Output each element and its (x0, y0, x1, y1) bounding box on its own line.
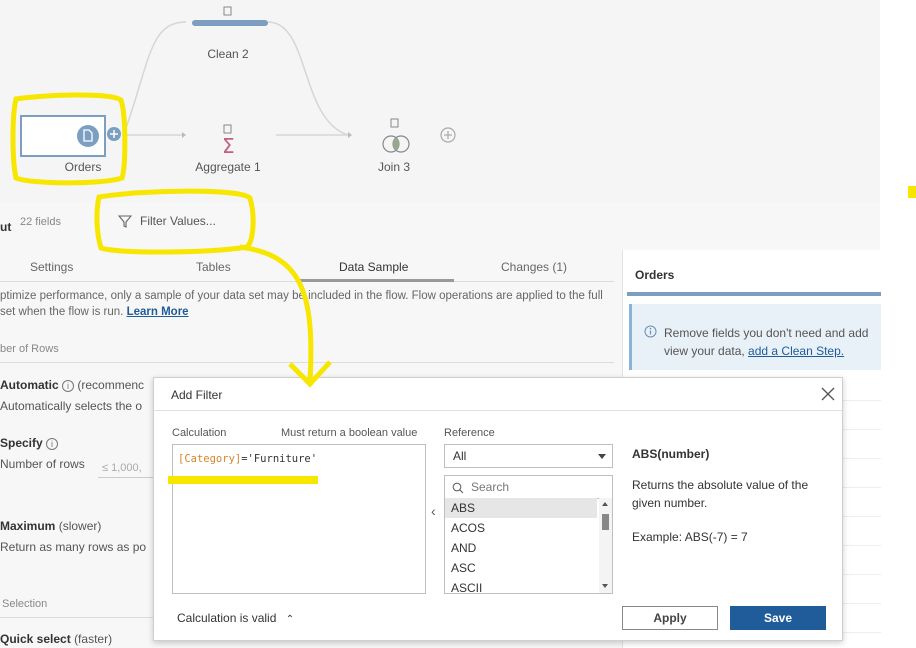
automatic-suffix: (recommenc (77, 378, 145, 392)
search-placeholder: Search (471, 480, 510, 494)
function-signature: ABS(number) (632, 447, 710, 461)
function-item-abs[interactable]: ABS (445, 498, 597, 518)
quick-select-suffix: (faster) (74, 632, 113, 646)
search-icon (452, 482, 464, 494)
number-of-rows-input[interactable]: ≤ 1,000, (98, 458, 158, 478)
panel-title: ut (0, 220, 12, 234)
chevron-up-icon: ⌃ (285, 614, 295, 625)
reference-label: Reference (444, 427, 495, 439)
link-orders-clean2 (125, 21, 187, 129)
active-tab-indicator (296, 279, 454, 282)
reference-selected-value: All (453, 449, 467, 463)
annotation-edge-mark (908, 186, 916, 198)
scroll-down-icon[interactable] (602, 584, 608, 588)
dialog-title: Add Filter (171, 388, 223, 402)
chevron-down-icon (598, 454, 606, 459)
automatic-description: Automatically selects the o (0, 399, 143, 413)
calculation-label: Calculation (172, 427, 227, 439)
specify-title: Specify (0, 436, 43, 450)
hint-line-1: Remove fields you don't need and add (664, 326, 869, 340)
add-clean-step-link[interactable]: add a Clean Step. (748, 344, 844, 358)
function-item-ascii[interactable]: ASCII (445, 578, 597, 593)
filter-values-label: Filter Values... (140, 214, 216, 228)
calc-field-token: [Category] (178, 453, 242, 465)
scroll-up-icon[interactable] (602, 502, 608, 506)
calculation-status[interactable]: Calculation is valid ⌃ (177, 611, 294, 625)
selection-section-label: Selection (2, 598, 48, 610)
close-icon[interactable] (820, 386, 836, 402)
rows-section-label: ber of Rows (0, 343, 59, 355)
right-edge-strip (880, 0, 916, 648)
orders-panel-title: Orders (635, 268, 675, 282)
function-list: ABS ACOS AND ASC ASCII (444, 498, 613, 594)
add-filter-dialog: Add Filter Calculation Must return a boo… (153, 377, 843, 641)
maximum-description: Return as many rows as po (0, 540, 147, 554)
calculation-editor[interactable]: [Category]='Furniture' (172, 444, 426, 594)
learn-more-link[interactable]: Learn More (127, 306, 189, 318)
node-label-join3[interactable]: Join 3 (378, 160, 410, 174)
option-maximum[interactable]: Maximum (slower) (0, 519, 101, 533)
function-search-input[interactable]: Search (444, 475, 613, 499)
filter-values-button[interactable]: Filter Values... (118, 214, 216, 228)
info-icon[interactable]: i (46, 437, 59, 450)
reference-category-select[interactable]: All (444, 444, 613, 468)
collapse-reference-icon[interactable]: ‹ (431, 503, 436, 519)
tab-data-sample[interactable]: Data Sample (339, 260, 408, 274)
clean-step-hint: Remove fields you don't need and add vie… (629, 304, 881, 370)
node-label-clean2[interactable]: Clean 2 (207, 47, 248, 61)
node-label-orders[interactable]: Orders (65, 160, 102, 174)
function-description: Returns the absolute value of the given … (632, 478, 809, 510)
fields-count: 22 fields (20, 216, 61, 228)
maximum-title: Maximum (0, 519, 56, 533)
option-automatic[interactable]: Automatic i (recommenc (0, 378, 144, 392)
function-item-asc[interactable]: ASC (445, 558, 597, 578)
data-sample-description: ptimize performance, only a sample of yo… (0, 288, 614, 320)
dialog-header: Add Filter (154, 378, 842, 411)
filter-icon (118, 215, 132, 228)
maximum-suffix: (slower) (58, 519, 102, 533)
calculation-status-text: Calculation is valid (177, 611, 277, 625)
flow-links: Σ (20, 6, 456, 158)
hint-line-2: view your data, (664, 344, 749, 358)
automatic-title: Automatic (0, 378, 59, 392)
function-item-and[interactable]: AND (445, 538, 597, 558)
sigma-icon: Σ (222, 134, 235, 158)
calculation-expression: [Category]='Furniture' (178, 453, 317, 465)
rows-section-divider (0, 362, 614, 363)
clean2-bar (192, 20, 268, 26)
quick-select-title: Quick select (0, 632, 71, 646)
orders-node-badge (77, 125, 99, 147)
tab-changes[interactable]: Changes (1) (501, 260, 567, 274)
function-item-acos[interactable]: ACOS (445, 518, 597, 538)
calc-literal-token: ='Furniture' (241, 453, 318, 465)
save-button[interactable]: Save (730, 606, 826, 630)
function-list-scrollbar[interactable] (599, 498, 612, 593)
info-icon (644, 325, 657, 338)
node-label-aggregate1[interactable]: Aggregate 1 (195, 160, 260, 174)
tab-tables[interactable]: Tables (196, 260, 231, 274)
calculation-hint: Must return a boolean value (281, 427, 418, 439)
orders-panel-color-bar (627, 292, 881, 296)
link-clean2-join3 (267, 21, 349, 136)
tab-settings[interactable]: Settings (30, 260, 73, 274)
description-line-2: set when the flow is run. (0, 306, 124, 318)
description-line-1: ptimize performance, only a sample of yo… (0, 290, 603, 302)
panel-tabs: Settings Tables Data Sample Changes (1) (0, 256, 614, 282)
scroll-thumb[interactable] (602, 514, 609, 530)
info-icon[interactable]: i (62, 379, 75, 392)
option-specify[interactable]: Specify i (0, 436, 59, 450)
function-example: Example: ABS(-7) = 7 (632, 530, 748, 544)
flow-canvas: Σ Clean 2 Orders Aggregate 1 Join 3 (0, 0, 880, 202)
specify-description: Number of rows (0, 457, 85, 471)
apply-button[interactable]: Apply (622, 606, 718, 630)
option-quick-select[interactable]: Quick select (faster) (0, 632, 112, 646)
